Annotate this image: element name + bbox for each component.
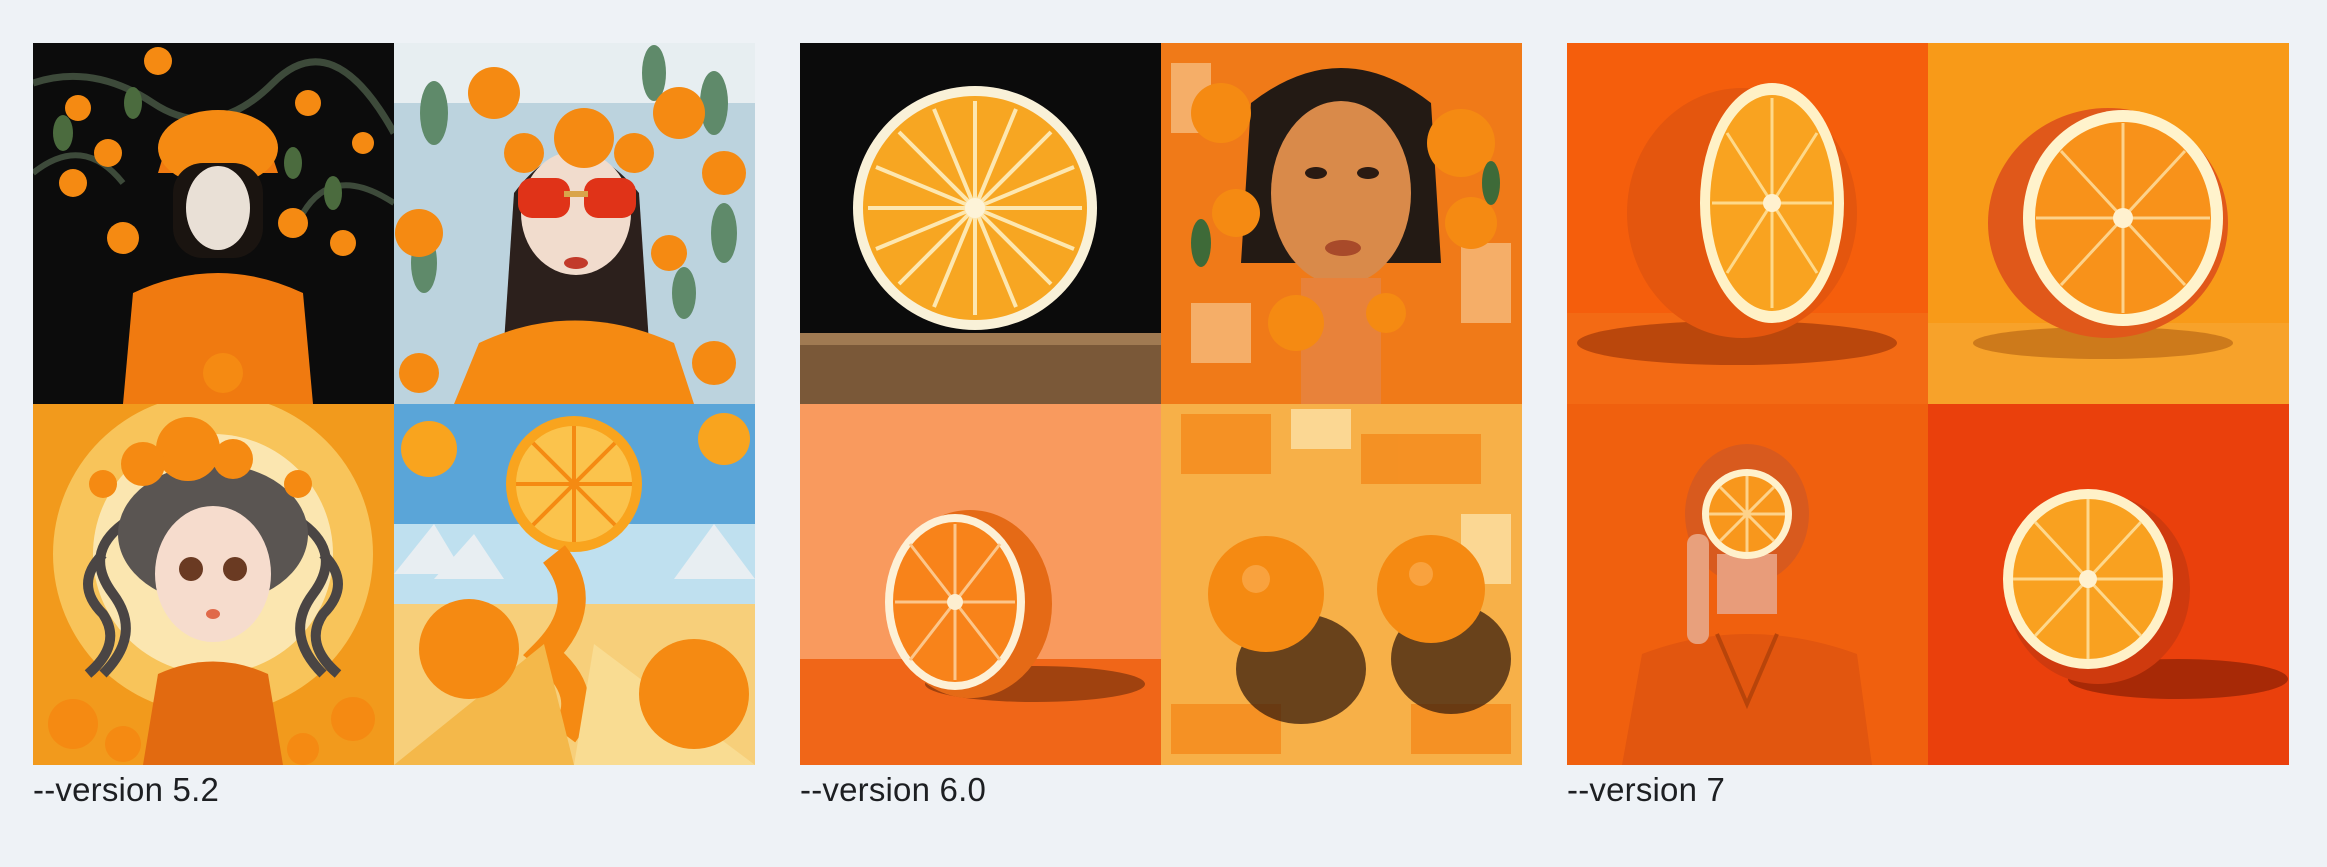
image-grid-v5-2	[33, 43, 755, 765]
version-5-2-caption: --version 5.2	[33, 771, 220, 808]
version-5-2-group: --version 5.2	[33, 43, 755, 809]
image-v7-halved-orange-golden[interactable]	[1928, 43, 2289, 404]
image-v5-2-woman-orange-hat[interactable]	[33, 43, 394, 404]
image-v5-2-surreal-orange[interactable]	[394, 404, 755, 765]
image-grid-v7	[1567, 43, 2289, 765]
image-v7-halved-orange-red[interactable]	[1928, 404, 2289, 765]
image-v6-0-halved-orange-black[interactable]	[800, 43, 1161, 404]
image-v5-2-anime-girl[interactable]	[33, 404, 394, 765]
version-7-group: --version 7	[1567, 43, 2289, 809]
version-6-0-group: --version 6.0	[800, 43, 1522, 809]
version-7-caption: --version 7	[1567, 771, 1726, 808]
image-v6-0-halved-orange-pastel[interactable]	[800, 404, 1161, 765]
image-grid-v6-0	[800, 43, 1522, 765]
image-v7-person-orange-slice[interactable]	[1567, 404, 1928, 765]
image-v7-halved-orange-bright[interactable]	[1567, 43, 1928, 404]
image-v5-2-woman-sunglasses[interactable]	[394, 43, 755, 404]
version-6-0-caption: --version 6.0	[800, 771, 987, 808]
image-v6-0-two-oranges[interactable]	[1161, 404, 1522, 765]
image-v6-0-painted-woman[interactable]	[1161, 43, 1522, 404]
